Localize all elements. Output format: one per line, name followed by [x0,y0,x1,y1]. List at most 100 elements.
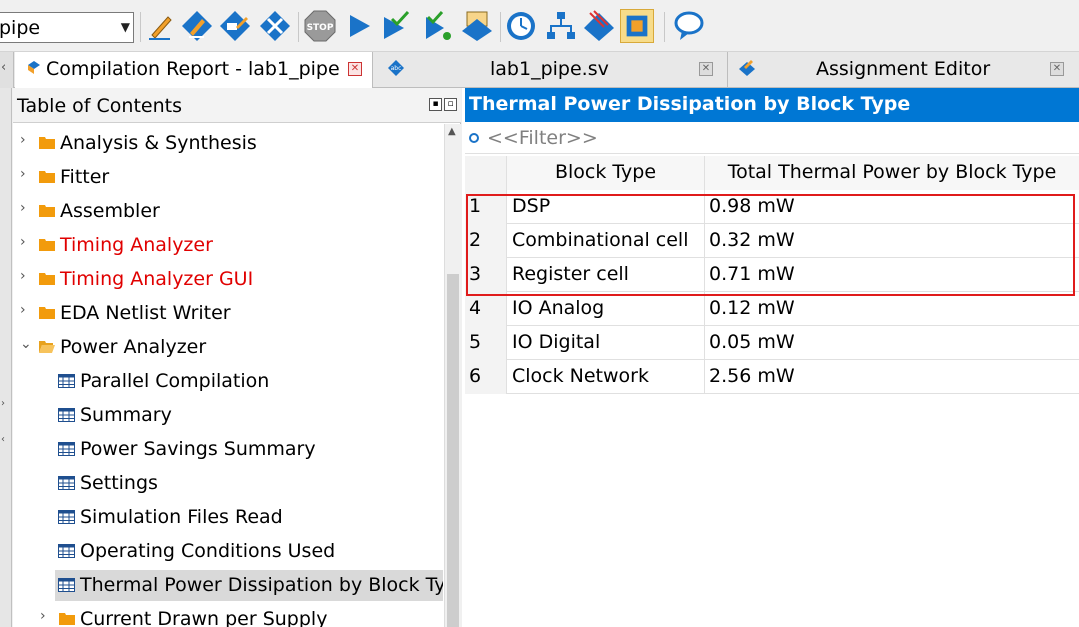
table-row[interactable]: 6 Clock Network 2.56 mW [465,360,1079,394]
chevron-down-icon[interactable]: ⌄ [20,336,32,352]
chevron-right-icon[interactable]: › [20,200,26,216]
close-icon[interactable]: ✕ [348,62,362,76]
folder-icon [39,205,55,217]
report-panel: Thermal Power Dissipation by Block Type … [462,88,1079,627]
row-number-cell: 4 [465,292,507,326]
row-number-cell: 1 [465,190,507,224]
filter-input[interactable]: <<Filter>> [465,124,1079,154]
pin-planner-icon[interactable] [582,9,616,43]
table-row[interactable]: 5 IO Digital 0.05 mW [465,326,1079,360]
folder-icon [59,613,75,625]
tab-label: Assignment Editor [816,58,991,80]
toolbar-separator [298,12,299,42]
chip-planner-icon[interactable] [620,9,654,43]
toc-item[interactable]: ⌄ Power Analyzer [13,330,443,364]
close-icon[interactable]: ✕ [1050,62,1064,76]
toc-item-label: Simulation Files Read [80,506,283,528]
table-row[interactable]: 4 IO Analog 0.12 mW [465,292,1079,326]
netlist-viewer-icon[interactable] [544,9,578,43]
toc-item-label: Power Savings Summary [80,438,316,460]
chevron-right-icon[interactable]: › [20,132,26,148]
fitter-icon[interactable] [258,9,292,43]
table-icon [58,544,75,558]
folder-icon [39,171,55,183]
start-compilation-icon[interactable] [342,9,376,43]
analysis-icon[interactable] [180,9,214,43]
row-number-cell: 3 [465,258,507,292]
toc-item-label: Summary [80,404,172,426]
report-title: Thermal Power Dissipation by Block Type [469,93,911,115]
start-analysis-icon[interactable] [420,9,454,43]
assembler-icon[interactable] [460,9,494,43]
toc-item[interactable]: › Fitter [13,160,443,194]
toolbar-separator [664,12,665,42]
analysis-check-icon[interactable] [378,9,412,43]
svg-text:abc: abc [391,65,402,72]
toc-scrollbar[interactable]: ▲ [444,124,461,627]
toc-item[interactable]: Power Savings Summary [13,432,443,466]
header-total-thermal-power[interactable]: Total Thermal Power by Block Type [705,156,1079,190]
toc-item[interactable]: Thermal Power Dissipation by Block Type [13,568,443,602]
tab-compilation-report[interactable]: Compilation Report - lab1_pipe ✕ [15,52,373,88]
project-select[interactable]: pipe ▼ [0,12,134,43]
scrollbar-thumb[interactable] [447,274,459,627]
power-value-cell: 0.32 mW [709,229,795,251]
project-select-value: pipe [0,17,41,39]
toc-item[interactable]: › Assembler [13,194,443,228]
toc-item[interactable]: Parallel Compilation [13,364,443,398]
chevron-right-icon[interactable]: › [1,398,5,409]
toc-item[interactable]: Summary [13,398,443,432]
toc-item-label: Operating Conditions Used [80,540,336,562]
toc-title: Table of Contents [17,95,182,117]
chevron-right-icon[interactable]: › [40,608,46,624]
stop-icon[interactable]: STOP [303,9,337,43]
table-icon [58,442,75,456]
folder-icon [39,307,55,319]
table-icon [58,476,75,490]
chevron-right-icon[interactable]: › [20,166,26,182]
synthesis-icon[interactable] [218,9,252,43]
toc-item[interactable]: Operating Conditions Used [13,534,443,568]
toc-item-label: Timing Analyzer [60,234,213,256]
table-icon [58,510,75,524]
tab-assignment-editor[interactable]: Assignment Editor ✕ [727,52,1079,88]
chevron-right-icon[interactable]: › [20,268,26,284]
chevron-down-icon: ▼ [120,20,130,34]
float-window-icon[interactable]: ▫ [444,98,457,111]
help-bubble-icon[interactable] [672,9,706,43]
toc-item[interactable]: › Timing Analyzer GUI [13,262,443,296]
row-number-cell: 5 [465,326,507,360]
toc-item[interactable]: › EDA Netlist Writer [13,296,443,330]
header-block-type[interactable]: Block Type [507,156,705,190]
toc-item[interactable]: › Analysis & Synthesis [13,126,443,160]
tab-label: lab1_pipe.sv [490,58,609,80]
scroll-up-icon[interactable]: ▲ [448,126,456,137]
power-value-cell: 0.05 mW [709,331,795,353]
chevron-right-icon[interactable]: › [20,234,26,250]
table-row[interactable]: 1 DSP 0.98 mW [465,190,1079,224]
power-value-cell: 0.98 mW [709,195,795,217]
toc-item[interactable]: › Current Drawn per Supply [13,602,443,627]
toc-item[interactable]: Simulation Files Read [13,500,443,534]
toc-header: Table of Contents ▪ ▫ [13,88,461,123]
toc-item-label: Analysis & Synthesis [60,132,257,154]
table-row[interactable]: 3 Register cell 0.71 mW [465,258,1079,292]
tab-scroll-left[interactable]: ‹ [0,52,14,88]
header-row-number [465,156,507,190]
block-type-cell: Combinational cell [507,224,705,258]
chevron-right-icon[interactable]: › [20,302,26,318]
power-value-cell: 2.56 mW [709,365,795,387]
toc-item[interactable]: Settings [13,466,443,500]
pin-icon[interactable]: ▪ [429,98,442,111]
tab-lab1-pipe-sv[interactable]: abc lab1_pipe.sv ✕ [374,52,726,88]
table-header-row: Block Type Total Thermal Power by Block … [465,156,1079,190]
close-icon[interactable]: ✕ [699,62,713,76]
toc-item[interactable]: › Timing Analyzer [13,228,443,262]
table-row[interactable]: 2 Combinational cell 0.32 mW [465,224,1079,258]
pencil-icon[interactable] [144,9,178,43]
folder-icon [39,137,55,149]
chevron-left-icon[interactable]: ‹ [1,434,5,445]
timing-analyzer-icon[interactable] [504,9,538,43]
power-value-cell: 0.71 mW [709,263,795,285]
svg-text:STOP: STOP [307,23,334,33]
